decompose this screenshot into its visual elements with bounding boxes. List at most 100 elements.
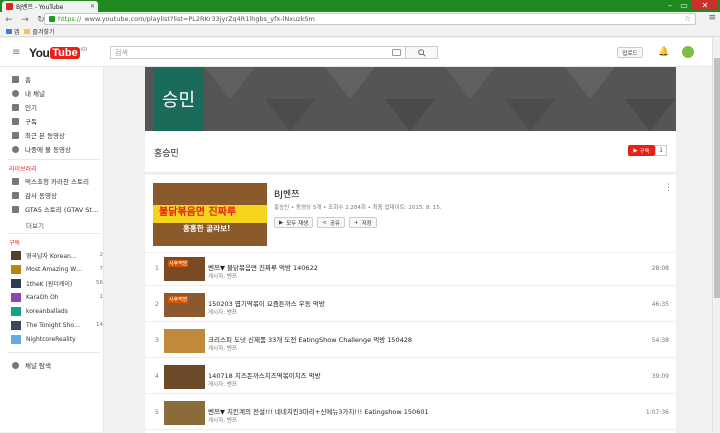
video-owner[interactable]: 게시자: 벤쯔 <box>208 416 237 424</box>
subscription-name: NightcoreReality <box>26 335 76 343</box>
fire-icon <box>12 103 19 111</box>
playlist-video-row[interactable]: 5 벤쯔▼ 치킨계의 전설!!! 네네치킨3마리+신메뉴3가지!!! Eating… <box>145 397 676 430</box>
forward-icon[interactable]: → <box>20 15 30 25</box>
sidebar-item-label: 내 채널 <box>25 90 46 98</box>
subscriber-count: 1 <box>655 145 667 156</box>
subscriptions-heading[interactable]: 구독 <box>9 238 20 247</box>
sidebar-item-subscription[interactable]: KaraOh Oh 1 <box>0 291 104 303</box>
more-actions-icon[interactable]: ⋮ <box>664 183 673 193</box>
playlist-video-row[interactable]: 3 크리스피 도넛 신제품 33개 도전 EatingShow Challenge… <box>145 325 676 358</box>
search-button[interactable] <box>405 46 438 59</box>
save-label: 저장 <box>361 220 372 227</box>
browser-toolbar: ← → ↻ https://www.youtube.com/playlist?l… <box>0 12 720 27</box>
video-index: 2 <box>155 301 159 308</box>
sidebar-item-subscription[interactable]: NightcoreReality <box>0 333 104 345</box>
folder-icon <box>24 29 31 34</box>
scrollbar-thumb[interactable] <box>714 58 720 298</box>
sidebar-item-subscription[interactable]: koreanballads <box>0 305 104 317</box>
video-thumbnail[interactable] <box>164 365 205 389</box>
video-owner[interactable]: 게시자: 벤쯔 <box>208 308 237 316</box>
playlist-header: 불닭볶음면 진짜루 홍홍한 골라보! BJ벤쯔 홍승민 • 동영상 5개 • 조… <box>145 175 676 252</box>
sidebar-item-subscription[interactable]: 영국남자 Korean… 2 <box>0 249 104 261</box>
sidebar-item-browse-channels[interactable]: 채널 탐색 <box>0 359 104 371</box>
bookmark-star-icon[interactable]: ☆ <box>684 14 691 23</box>
subscribe-button[interactable]: ▶ 구독 <box>628 145 655 156</box>
share-button[interactable]: < 공유 <box>317 217 345 228</box>
video-title[interactable]: 크리스피 도넛 신제품 33개 도전 EatingShow Challenge … <box>208 334 412 344</box>
close-window-icon[interactable]: ✕ <box>692 0 718 10</box>
upload-button[interactable]: 업로드 <box>617 47 643 58</box>
guide-menu-icon[interactable]: ≡ <box>12 47 20 58</box>
search-input[interactable]: 검색 <box>110 46 406 59</box>
sidebar-item-label: 감사 동영상 <box>25 192 57 200</box>
maximize-icon[interactable]: ▭ <box>678 0 690 10</box>
video-index: 5 <box>155 409 159 416</box>
sidebar-item-home[interactable]: 홈 <box>0 73 104 85</box>
address-bar[interactable]: https://www.youtube.com/playlist?list=PL… <box>44 13 696 25</box>
playlist-video-row[interactable]: 2 사후먹방 150203 엽기떡볶이 요즘튼까스 우동 먹방 게시자: 벤쯔 46:3… <box>145 289 676 322</box>
sidebar-item-my-channel[interactable]: 내 채널 <box>0 87 104 99</box>
youtube-favicon-icon <box>6 3 13 10</box>
avatar[interactable] <box>682 46 694 58</box>
sidebar-item-subscriptions[interactable]: 구독 <box>0 115 104 127</box>
browser-tab[interactable]: BJ벤쯔 - YouTube ✕ <box>2 1 98 12</box>
show-more-link[interactable]: 더보기 <box>26 220 44 230</box>
video-title[interactable]: 150203 엽기떡볶이 요즘튼까스 우동 먹방 <box>208 298 325 308</box>
favorites-bookmark[interactable]: 즐겨찾기 <box>24 27 54 36</box>
channel-thumb <box>11 264 21 274</box>
video-thumbnail[interactable]: 사후먹방 <box>164 293 205 317</box>
thumbnail-label: 사후먹방 <box>168 260 189 267</box>
sidebar-item-playlist[interactable]: GTA5 스토리 (GTAV St… <box>0 203 104 215</box>
video-owner[interactable]: 게시자: 벤쯔 <box>208 380 237 388</box>
video-thumbnail[interactable] <box>164 401 205 425</box>
sidebar-item-label: 나중에 볼 동영상 <box>25 146 71 154</box>
thumbnail-caption: 불닭볶음면 진짜루 <box>159 207 237 218</box>
page-scrollbar[interactable] <box>712 38 720 432</box>
save-button[interactable]: + 저장 <box>348 217 377 228</box>
sidebar-item-label: GTA5 스토리 (GTAV St… <box>25 206 99 214</box>
video-thumbnail[interactable] <box>164 329 205 353</box>
keyboard-icon[interactable] <box>392 49 401 56</box>
sidebar-item-subscription[interactable]: 1theK (원더케이) 56 <box>0 277 104 289</box>
subscription-name: koreanballads <box>26 307 68 315</box>
video-title[interactable]: 벤쯔▼ 불닭볶음면 진짜루 먹방 140622 <box>208 262 318 272</box>
back-icon[interactable]: ← <box>4 15 14 25</box>
sidebar-item-playlist[interactable]: 감사 동영상 <box>0 189 104 201</box>
youtube-logo[interactable]: You Tube KR <box>29 46 88 60</box>
sidebar-item-history[interactable]: 최근 본 동영상 <box>0 129 104 141</box>
bookmarks-bar: 앱 즐겨찾기 <box>0 27 720 37</box>
sidebar-item-watch-later[interactable]: 나중에 볼 동영상 <box>0 143 104 155</box>
video-title[interactable]: 벤쯔▼ 치킨계의 전설!!! 네네치킨3마리+신메뉴3가지!!! Eatings… <box>208 406 429 416</box>
channel-thumb <box>11 334 21 344</box>
channel-name[interactable]: 홍승민 <box>154 146 179 159</box>
channel-header: 홍승민 ▶ 구독 1 <box>145 131 676 173</box>
video-owner[interactable]: 게시자: 벤쯔 <box>208 272 237 280</box>
play-all-label: 모두 재생 <box>286 220 309 227</box>
subscription-new-count: 1 <box>99 294 104 300</box>
thumbnail-subcaption: 홍홍한 골라보! <box>183 224 231 233</box>
playlist-thumbnail[interactable]: 불닭볶음면 진짜루 홍홍한 골라보! <box>153 183 267 246</box>
sidebar-item-label: 먹스초청 카라찬 스토리 <box>25 178 89 186</box>
share-icon: < <box>322 219 327 226</box>
sidebar-item-playlist[interactable]: 먹스초청 카라찬 스토리 <box>0 175 104 187</box>
minimize-icon[interactable]: – <box>664 0 676 10</box>
video-title[interactable]: 140718 치즈돈까스치즈떡볶이치즈 먹방 <box>208 370 321 380</box>
play-all-button[interactable]: ▶ 모두 재생 <box>274 217 314 228</box>
sidebar-item-trending[interactable]: 인기 <box>0 101 104 113</box>
notifications-bell-icon[interactable]: 🔔 <box>658 47 669 57</box>
playlist-icon <box>12 177 19 185</box>
video-owner[interactable]: 게시자: 벤쯔 <box>208 344 237 352</box>
sidebar-item-subscription[interactable]: Most Amazing W… 7 <box>0 263 104 275</box>
library-heading[interactable]: 라이브러리 <box>9 164 37 173</box>
banner-pattern <box>205 67 675 131</box>
close-tab-icon[interactable]: ✕ <box>90 3 98 10</box>
apps-bookmark[interactable]: 앱 <box>6 27 19 36</box>
sidebar-item-subscription[interactable]: The Tonight Sho… 14 <box>0 319 104 331</box>
playlist-video-row[interactable]: 1 사후먹방 벤쯔▼ 불닭볶음면 진짜루 먹방 140622 게시자: 벤쯔 28:08 <box>145 253 676 286</box>
logo-you: You <box>29 46 50 60</box>
playlist-video-row[interactable]: 4 140718 치즈돈까스치즈떡볶이치즈 먹방 게시자: 벤쯔 39:09 <box>145 361 676 394</box>
browser-menu-icon[interactable]: ≡ <box>708 13 716 23</box>
playlist-icon <box>12 191 19 199</box>
youtube-masthead: ≡ You Tube KR 검색 업로드 🔔 <box>0 38 712 67</box>
video-thumbnail[interactable]: 사후먹방 <box>164 257 205 281</box>
